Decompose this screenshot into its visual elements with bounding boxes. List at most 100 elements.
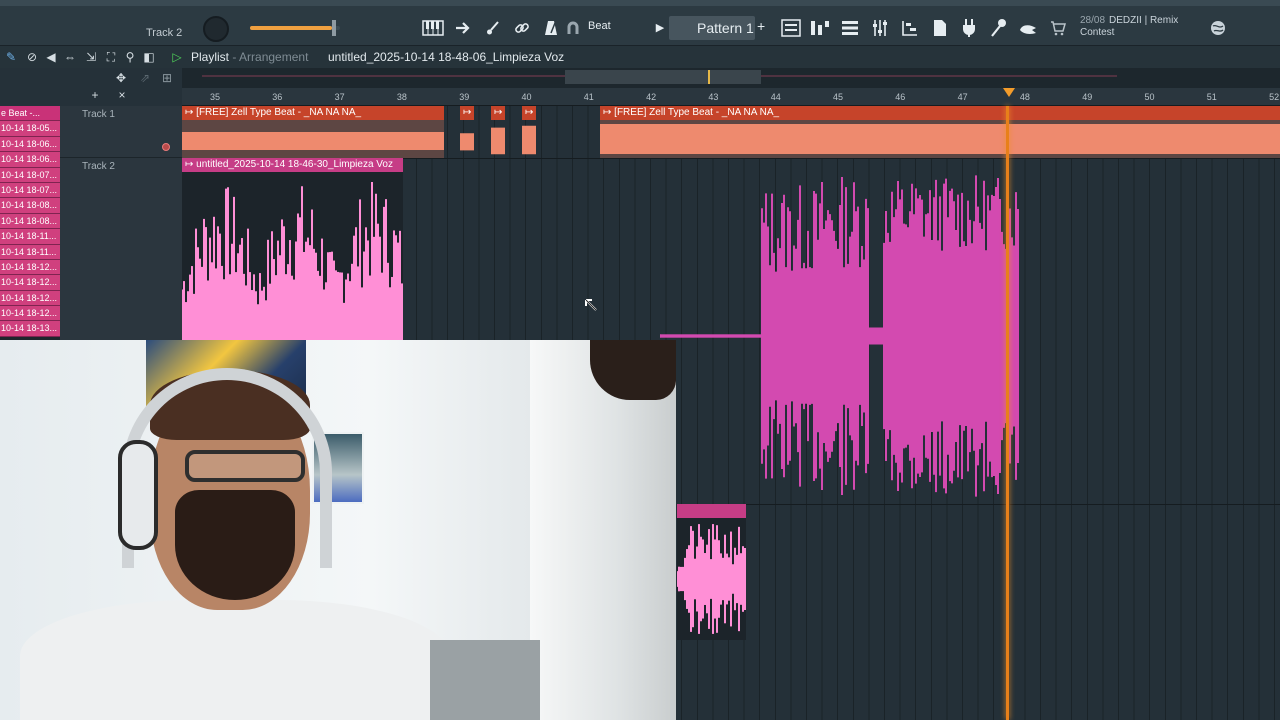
magnet-icon[interactable]: [566, 16, 580, 40]
track-name: Track 1: [82, 109, 115, 120]
plugin-icon[interactable]: [957, 16, 981, 40]
add-pattern-button[interactable]: +: [757, 18, 765, 34]
microphone-icon[interactable]: [986, 16, 1010, 40]
clip-label[interactable]: ↦: [522, 106, 536, 120]
picker-clip-item[interactable]: 10-14 18-05...: [0, 121, 60, 137]
current-track-label: Track 2: [146, 27, 183, 39]
ruler-bar-number: 44: [770, 92, 781, 102]
clip-label[interactable]: ↦ untitled_2025-10-14 18-46-30_Limpieza …: [182, 158, 403, 172]
top-toolbar: Track 2 Beat ▶ Pattern 1 + 28/08 DEDZII …: [0, 0, 1280, 46]
stack-icon[interactable]: ⊞: [160, 71, 174, 85]
play-icon[interactable]: ▷: [170, 50, 184, 64]
ruler-bar-number: 41: [583, 92, 594, 102]
playhead-marker[interactable]: [1003, 88, 1015, 97]
track-headers: Track 1 Track 2: [60, 106, 182, 340]
ruler-bar-number: 52: [1269, 92, 1280, 102]
pattern-play-icon[interactable]: ▶: [653, 18, 667, 38]
mute-icon[interactable]: ◀: [44, 50, 58, 64]
link-tool-icon[interactable]: ⇗: [138, 71, 152, 85]
audio-clip[interactable]: [491, 127, 505, 155]
ruler-bar-number: 37: [334, 92, 345, 102]
ruler-bar-number: 51: [1206, 92, 1217, 102]
slip-icon[interactable]: ⇔: [63, 50, 77, 64]
playlist-title[interactable]: Playlist - Arrangement: [191, 50, 308, 64]
channel-rack-icon[interactable]: [779, 16, 803, 40]
master-volume-slider[interactable]: [250, 20, 340, 36]
song-overview[interactable]: [182, 68, 1280, 88]
add-track-icon[interactable]: +: [88, 88, 102, 102]
arrow-right-icon[interactable]: [451, 16, 475, 40]
ruler-bar-number: 39: [459, 92, 470, 102]
picker-clip-item[interactable]: 10-14 18-12...: [0, 275, 60, 291]
picker-clip-item[interactable]: 10-14 18-08...: [0, 213, 60, 230]
audio-clip[interactable]: [522, 125, 536, 155]
fullscreen-icon[interactable]: ⛶: [104, 50, 118, 64]
track-record-led[interactable]: [162, 143, 170, 151]
picker-clip-item[interactable]: 10-14 18-06...: [0, 152, 60, 168]
playlist-header: ✎ ⊘ ◀ ⇔ ⇲ ⛶ ⚲ ◧ ▷ Playlist - Arrangement…: [0, 46, 1280, 68]
picker-clip-item[interactable]: 10-14 18-12...: [0, 290, 60, 307]
cart-icon[interactable]: [1046, 16, 1070, 40]
select-icon[interactable]: ⇲: [84, 50, 98, 64]
playback-icon[interactable]: ◧: [142, 50, 156, 64]
globe-icon[interactable]: [1206, 16, 1230, 40]
audio-clip[interactable]: [600, 120, 1280, 158]
news-ticker[interactable]: 28/08 DEDZII | Remix Contest: [1080, 15, 1200, 39]
ruler-bar-number: 38: [396, 92, 407, 102]
waveform: [677, 524, 746, 634]
step-sequencer-icon[interactable]: [808, 16, 832, 40]
track-header-1[interactable]: Track 1: [60, 106, 182, 158]
picker-clip-item[interactable]: 10-14 18-06...: [0, 136, 60, 153]
clip-label[interactable]: [677, 504, 746, 518]
project-name: untitled_2025-10-14 18-48-06_Limpieza Vo…: [328, 50, 565, 64]
picker-clip-item[interactable]: e Beat -...: [0, 106, 60, 122]
mixer-icon[interactable]: [868, 16, 892, 40]
playlist-icon[interactable]: [838, 16, 862, 40]
clip-label[interactable]: ↦ [FREE] Zell Type Beat - _NA NA NA_: [600, 106, 1280, 120]
browser-icon[interactable]: [928, 16, 952, 40]
snap-icon[interactable]: ✥: [114, 71, 128, 85]
piano-keys-icon[interactable]: [421, 16, 445, 40]
zoom-icon[interactable]: ⚲: [123, 50, 137, 64]
metronome-icon[interactable]: [539, 16, 563, 40]
picker-clip-item[interactable]: 10-14 18-11...: [0, 229, 60, 245]
volume-handle[interactable]: [331, 20, 336, 36]
delete-icon[interactable]: ⊘: [25, 50, 39, 64]
track-header-2[interactable]: Track 2: [60, 158, 182, 340]
snap-mode-label[interactable]: Beat: [588, 20, 611, 32]
clip-label[interactable]: ↦ [FREE] Zell Type Beat - _NA NA NA_: [182, 106, 444, 120]
playhead-line[interactable]: [1006, 106, 1009, 720]
piano-roll-icon[interactable]: [898, 16, 922, 40]
timeline-ruler[interactable]: 35 36 37 38 39 40 41 42 43 44 45 46 47 48 49 50 51 52: [182, 88, 1280, 106]
ruler-bar-number: 40: [521, 92, 532, 102]
close-icon[interactable]: ×: [115, 88, 129, 102]
picker-clip-item[interactable]: 10-14 18-12...: [0, 259, 60, 276]
clip-label[interactable]: ↦: [491, 106, 505, 120]
picker-clip-item[interactable]: 10-14 18-12...: [0, 306, 60, 322]
link-icon[interactable]: [510, 16, 534, 40]
pattern-selector[interactable]: Pattern 1: [669, 16, 755, 40]
clip-name: [FREE] Zell Type Beat - _NA NA NA_: [196, 107, 362, 118]
ruler-bar-number: 36: [272, 92, 283, 102]
audio-clip[interactable]: [677, 518, 746, 640]
brush-icon[interactable]: [481, 16, 505, 40]
overview-window[interactable]: [565, 70, 761, 84]
playlist-mode-text: Arrangement: [239, 50, 309, 64]
picker-clip-item[interactable]: 10-14 18-07...: [0, 167, 60, 183]
audio-clip[interactable]: [182, 120, 444, 158]
waveform: [182, 181, 403, 340]
draw-icon[interactable]: ✎: [4, 50, 18, 64]
picker-clip-item[interactable]: 10-14 18-13...: [0, 321, 60, 337]
webcam-earcup: [118, 440, 158, 550]
audio-clip[interactable]: [460, 133, 474, 151]
picker-clip-item[interactable]: 10-14 18-07...: [0, 182, 60, 199]
hand-icon[interactable]: [1016, 16, 1040, 40]
waveform: [600, 120, 1280, 158]
clip-label[interactable]: ↦: [460, 106, 474, 120]
picker-clip-item[interactable]: 10-14 18-11...: [0, 244, 60, 260]
master-pitch-knob[interactable]: [203, 16, 229, 42]
audio-clip[interactable]: [182, 172, 403, 340]
ruler-bar-number: 46: [895, 92, 906, 102]
picker-clip-item[interactable]: 10-14 18-08...: [0, 198, 60, 214]
clip-name: [FREE] Zell Type Beat - _NA NA NA_: [614, 107, 780, 118]
